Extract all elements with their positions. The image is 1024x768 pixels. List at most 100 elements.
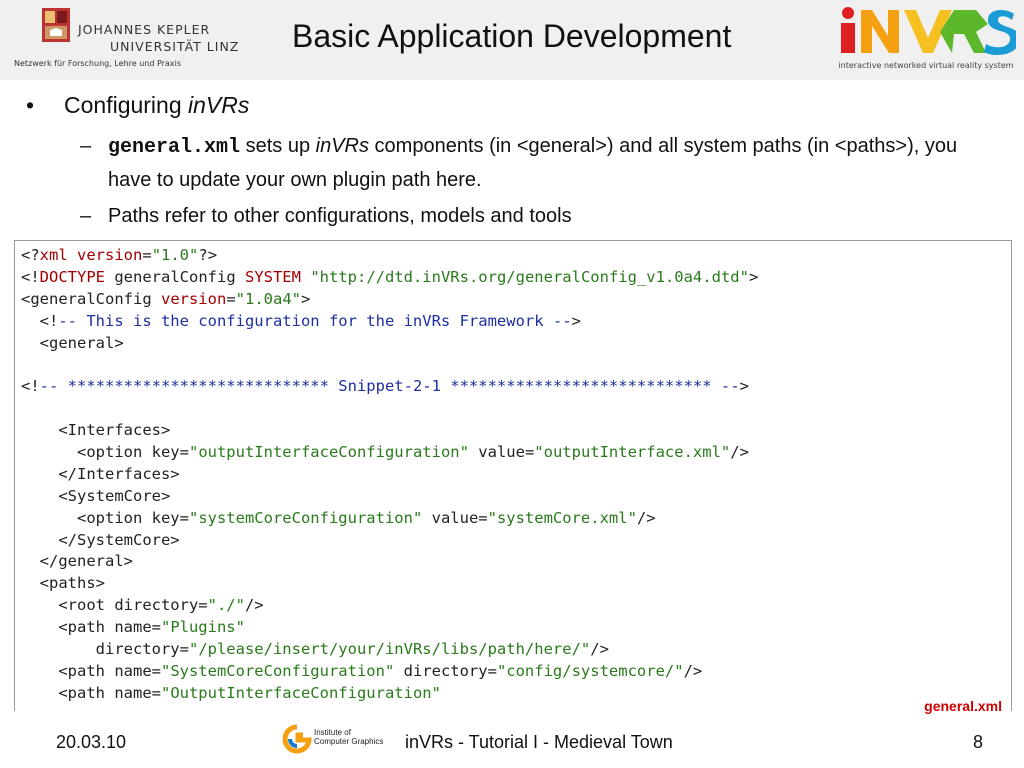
- code-token: >: [748, 267, 759, 286]
- jku-logo: JOHANNES KEPLER UNIVERSITÄT LINZ Netzwer…: [14, 6, 238, 74]
- slide-title: Basic Application Development: [292, 18, 732, 54]
- code-line: <SystemCore>: [21, 486, 758, 508]
- subbullet-marker: –: [80, 205, 92, 227]
- invrs-subtitle: interactive networked virtual reality sy…: [838, 61, 1014, 70]
- icg-logo-line2: Computer Graphics: [314, 737, 384, 746]
- bullet-text: Configuring inVRs: [64, 92, 249, 119]
- code-token: <SystemCore>: [21, 486, 171, 505]
- code-line: <root directory="./"/>: [21, 595, 758, 617]
- code-token: "systemCore.xml": [487, 508, 637, 527]
- code-line: directory="/please/insert/your/inVRs/lib…: [21, 639, 758, 661]
- code-line: <general>: [21, 333, 758, 355]
- code-token: <path name=: [21, 661, 161, 680]
- code-line: <generalConfig version="1.0a4">: [21, 289, 758, 311]
- code-line: <path name="SystemCoreConfiguration" dir…: [21, 661, 758, 683]
- code-token: />: [730, 443, 749, 462]
- footer-date: 20.03.10: [56, 732, 127, 752]
- code-token: <option key=: [21, 508, 189, 527]
- code-label: general.xml: [924, 698, 1002, 714]
- code-token: "outputInterface.xml": [534, 443, 731, 462]
- jku-name-line1: JOHANNES KEPLER: [78, 22, 211, 37]
- subbullet-marker: –: [80, 135, 92, 157]
- code-token: <option key=: [21, 443, 189, 462]
- icg-logo-icon: [282, 724, 312, 754]
- code-token: <generalConfig: [21, 289, 161, 308]
- code-token: <!: [21, 377, 40, 396]
- invrs-logo: interactive networked virtual reality sy…: [836, 2, 1020, 78]
- code-token: <!: [21, 311, 59, 330]
- code-token: </Interfaces>: [21, 464, 180, 483]
- code-filename: general.xml: [108, 136, 241, 159]
- subbullet-text: Paths refer to other configurations, mod…: [108, 205, 572, 227]
- code-token: directory=: [394, 661, 497, 680]
- code-token: directory=: [21, 640, 189, 659]
- code-line: <!DOCTYPE generalConfig SYSTEM "http://d…: [21, 267, 758, 289]
- footer-title: inVRs - Tutorial I - Medieval Town: [405, 732, 673, 752]
- code-token: >: [571, 311, 581, 330]
- code-token: />: [636, 508, 656, 527]
- code-token: "SystemCoreConfiguration": [160, 661, 395, 680]
- code-token: "1.0": [151, 246, 199, 264]
- code-token: version: [77, 246, 143, 264]
- code-line: <!-- **************************** Snippe…: [21, 376, 758, 398]
- code-token: "1.0a4": [235, 289, 301, 308]
- bullet-emphasis: inVRs: [188, 92, 250, 118]
- invrs-logo-icon: [841, 7, 1020, 56]
- code-line: <Interfaces>: [21, 420, 758, 442]
- bullet-marker: •: [26, 92, 35, 118]
- code-token: <general>: [21, 333, 124, 352]
- jku-subtitle: Netzwerk für Forschung, Lehre und Praxis: [14, 59, 181, 68]
- subbullet-text-part: sets up: [240, 135, 316, 157]
- code-token: <root directory=: [21, 596, 208, 615]
- code-token: <!: [21, 267, 40, 286]
- page-number: 8: [973, 732, 984, 752]
- code-token: "Plugins": [160, 618, 245, 637]
- code-token: />: [590, 640, 609, 659]
- code-token: />: [683, 661, 703, 680]
- code-token: xml: [39, 246, 68, 264]
- code-line: <path name="OutputInterfaceConfiguration…: [21, 683, 758, 705]
- code-token: version: [160, 289, 227, 308]
- code-token: </SystemCore>: [21, 530, 180, 549]
- code-token: <path name=: [21, 618, 161, 637]
- slide-header: JOHANNES KEPLER UNIVERSITÄT LINZ Netzwer…: [0, 0, 1024, 80]
- icg-logo-line1: Institute of: [314, 728, 351, 737]
- code-token: =: [226, 289, 236, 308]
- bullet-prefix: Configuring: [64, 92, 189, 118]
- code-token: -- **************************** Snippet-…: [39, 377, 740, 396]
- code-token: "systemCoreConfiguration": [188, 508, 423, 527]
- code-line: </general>: [21, 551, 758, 573]
- code-line: <option key="outputInterfaceConfiguratio…: [21, 442, 758, 464]
- code-line: <!-- This is the configuration for the i…: [21, 311, 758, 333]
- code-token: DOCTYPE: [39, 267, 105, 286]
- jku-name-line2: UNIVERSITÄT LINZ: [110, 39, 240, 54]
- code-token: >: [300, 289, 311, 308]
- icg-logo: Institute of Computer Graphics: [282, 724, 402, 754]
- code-token: =: [142, 246, 152, 264]
- code-line: <paths>: [21, 573, 758, 595]
- code-token: <Interfaces>: [21, 421, 171, 440]
- code-line: <path name="Plugins": [21, 617, 758, 639]
- code-token: <paths>: [21, 574, 105, 593]
- code-token: "outputInterfaceConfiguration": [188, 443, 469, 462]
- code-token: -- This is the configuration for the inV…: [58, 311, 572, 330]
- subbullet-emphasis: inVRs: [315, 135, 369, 157]
- code-token: <?: [21, 246, 40, 264]
- code-token: value=: [422, 508, 488, 527]
- code-listing: <?xml version="1.0"?> <!DOCTYPE generalCo…: [21, 245, 758, 705]
- code-token: ?>: [198, 246, 218, 264]
- code-token: "config/systemcore/": [496, 661, 684, 680]
- code-token: <path name=: [21, 683, 161, 702]
- code-token: generalConfig: [105, 267, 245, 286]
- subbullet-text: general.xml sets up inVRs components (in…: [108, 130, 998, 197]
- code-token: />: [244, 596, 264, 615]
- jku-seal-icon: [42, 8, 70, 42]
- code-token: SYSTEM: [244, 267, 301, 286]
- code-token: "/please/insert/your/inVRs/libs/path/her…: [188, 640, 591, 659]
- code-token: >: [739, 377, 749, 396]
- code-token: "http://dtd.inVRs.org/generalConfig_v1.0…: [310, 267, 749, 286]
